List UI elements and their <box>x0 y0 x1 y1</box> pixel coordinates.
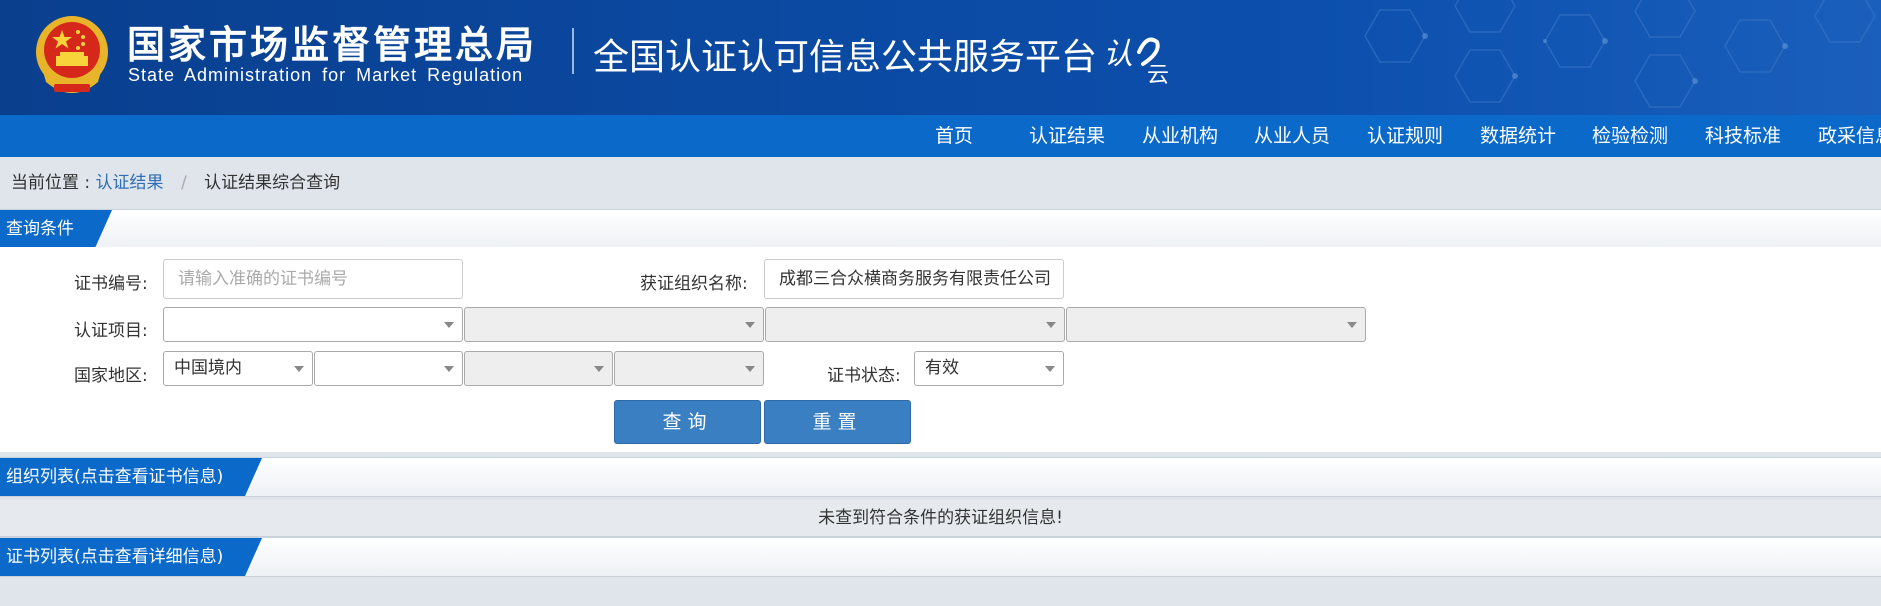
renyun-logo-char-1: 认 <box>1103 37 1133 72</box>
cert-no-label: 证书编号: <box>74 274 148 294</box>
nav-item-institutions[interactable]: 从业机构 <box>1142 115 1218 157</box>
region-label: 国家地区: <box>74 366 148 386</box>
cert-list-section-header: 证书列表(点击查看详细信息) <box>0 537 1881 577</box>
chevron-down-icon <box>1046 322 1056 328</box>
cert-item-select-4 <box>1066 307 1366 342</box>
cert-no-placeholder: 请输入准确的证书编号 <box>178 269 348 289</box>
national-emblem-icon <box>36 16 108 93</box>
chevron-down-icon <box>294 366 304 372</box>
query-section-title: 查询条件 <box>6 219 74 239</box>
nav-item-inspection[interactable]: 检验检测 <box>1592 115 1668 157</box>
cert-item-select-2 <box>464 307 764 342</box>
status-value: 有效 <box>925 358 959 378</box>
site-header: 国家市场监督管理总局 State Administration for Mark… <box>0 0 1881 115</box>
platform-title: 全国认证认可信息公共服务平台 <box>593 37 1098 78</box>
chevron-down-icon <box>745 366 755 372</box>
renyun-logo-icon: 认 云 <box>1103 37 1169 86</box>
org-name-input[interactable]: 成都三合众横商务服务有限责任公司 <box>764 259 1064 299</box>
org-name-label: 获证组织名称: <box>640 274 748 294</box>
chevron-down-icon <box>444 366 454 372</box>
query-section-header: 查询条件 <box>0 209 1881 249</box>
nav-item-cert-rules[interactable]: 认证规则 <box>1367 115 1443 157</box>
agency-name-cn: 国家市场监督管理总局 <box>127 23 538 67</box>
org-list-empty-message: 未查到符合条件的获证组织信息! <box>0 500 1881 537</box>
chevron-down-icon <box>745 322 755 328</box>
status-label: 证书状态: <box>827 366 901 386</box>
chevron-down-icon <box>1347 322 1357 328</box>
cert-item-select-3 <box>765 307 1065 342</box>
chevron-down-icon <box>594 366 604 372</box>
org-list-section-header: 组织列表(点击查看证书信息) <box>0 457 1881 497</box>
hexagon-pattern-decoration <box>1364 0 1876 108</box>
region-province-select[interactable] <box>314 351 463 386</box>
nav-item-statistics[interactable]: 数据统计 <box>1480 115 1556 157</box>
nav-item-home[interactable]: 首页 <box>935 115 973 157</box>
cert-no-input[interactable]: 请输入准确的证书编号 <box>163 259 463 299</box>
main-nav: 首页 认证结果 从业机构 从业人员 认证规则 数据统计 检验检测 科技标准 政采… <box>0 115 1881 157</box>
breadcrumb-prefix: 当前位置 : <box>11 173 91 193</box>
cert-item-label: 认证项目: <box>74 321 148 341</box>
renyun-logo-char-2: 云 <box>1147 63 1169 86</box>
cert-item-select-1[interactable] <box>163 307 463 342</box>
region-country-value: 中国境内 <box>174 358 242 378</box>
breadcrumb-separator: / <box>180 173 187 193</box>
agency-name-en: State Administration for Market Regulati… <box>128 65 524 85</box>
breadcrumb: 当前位置 : 认证结果 / 认证结果综合查询 <box>11 168 340 193</box>
region-district-select <box>614 351 764 386</box>
nav-item-cert-results[interactable]: 认证结果 <box>1029 115 1105 157</box>
breadcrumb-current: 认证结果综合查询 <box>204 173 341 193</box>
region-country-select[interactable]: 中国境内 <box>163 351 313 386</box>
chevron-down-icon <box>1045 366 1055 372</box>
nav-item-standards[interactable]: 科技标准 <box>1705 115 1781 157</box>
reset-button[interactable]: 重置 <box>764 400 911 444</box>
header-divider <box>572 28 574 74</box>
nav-item-personnel[interactable]: 从业人员 <box>1254 115 1330 157</box>
query-form: 证书编号: 请输入准确的证书编号 获证组织名称: 成都三合众横商务服务有限责任公… <box>0 247 1881 452</box>
chevron-down-icon <box>444 322 454 328</box>
region-city-select <box>464 351 613 386</box>
status-select[interactable]: 有效 <box>914 351 1064 386</box>
cert-list-section-title: 证书列表(点击查看详细信息) <box>6 547 224 567</box>
query-button[interactable]: 查询 <box>614 400 761 444</box>
breadcrumb-link-cert-results[interactable]: 认证结果 <box>96 173 164 193</box>
nav-item-procurement[interactable]: 政采信息 <box>1818 115 1881 157</box>
org-list-section-title: 组织列表(点击查看证书信息) <box>6 467 224 487</box>
